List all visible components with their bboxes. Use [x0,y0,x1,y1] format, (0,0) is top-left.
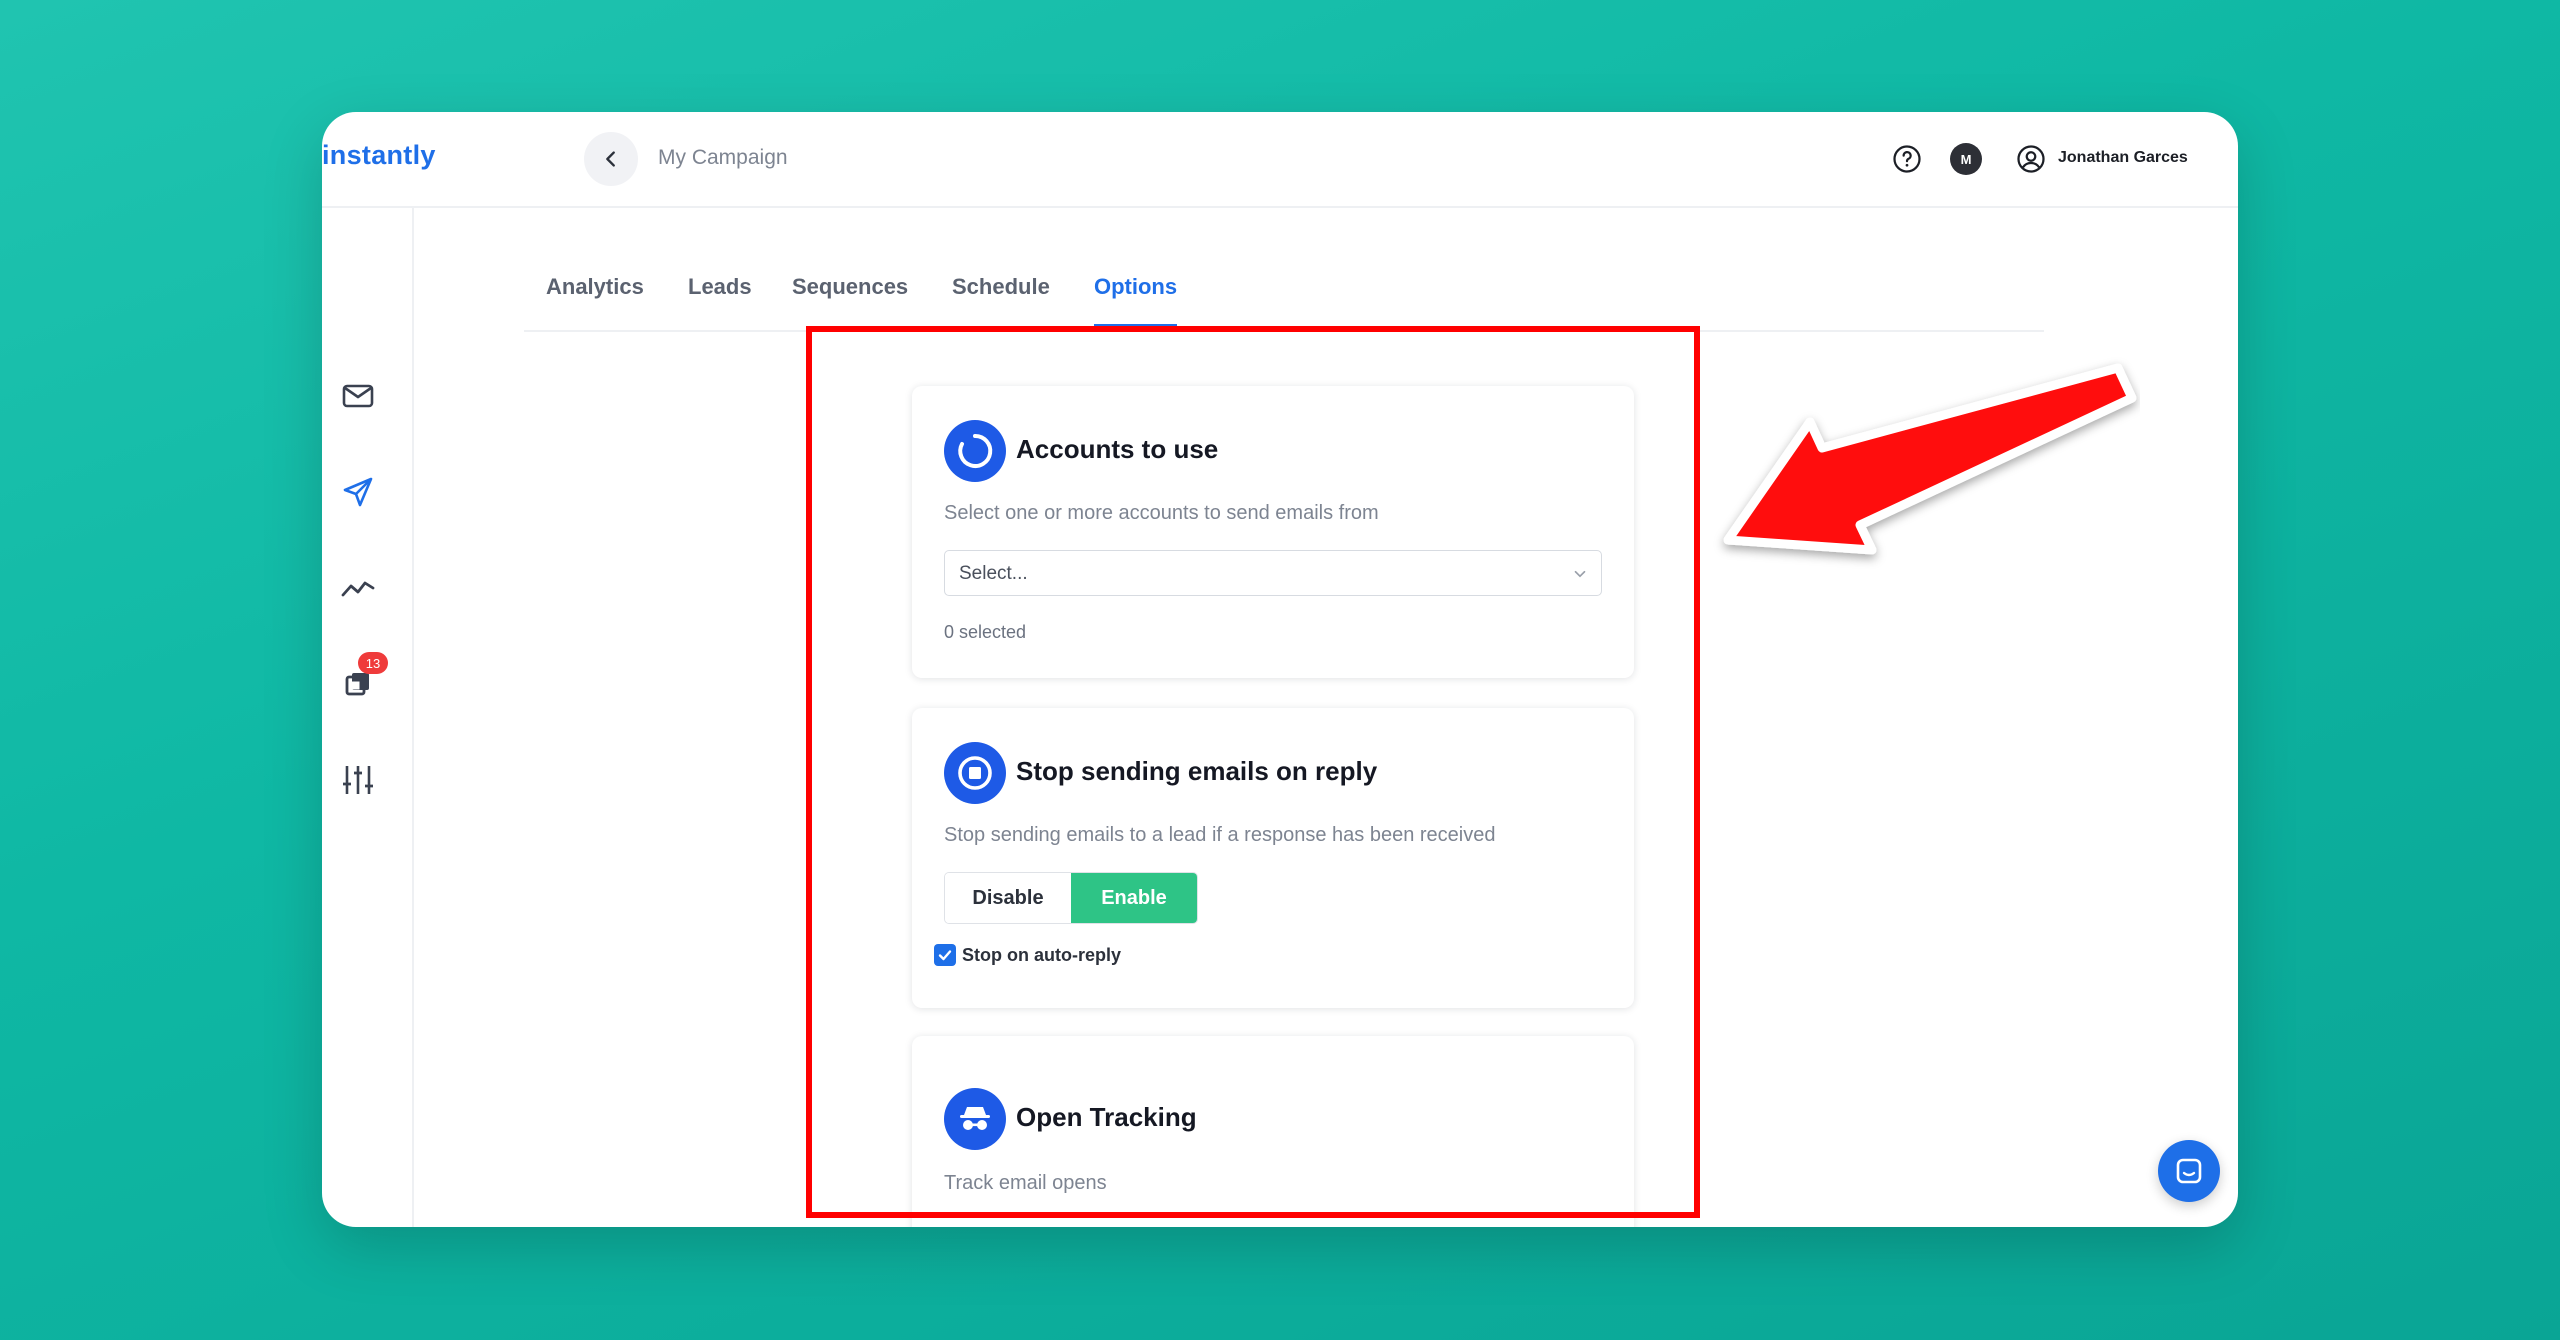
chat-launcher-button[interactable] [2158,1140,2220,1202]
campaign-tabs: Analytics Leads Sequences Schedule Optio… [524,262,2044,332]
chat-icon [2176,1158,2202,1184]
tab-sequences[interactable]: Sequences [792,274,908,324]
mail-icon[interactable] [338,376,378,416]
tab-leads[interactable]: Leads [688,274,752,324]
workspace-avatar[interactable]: M [1950,143,1982,175]
sliders-icon[interactable] [338,760,378,800]
back-button[interactable] [584,132,638,186]
annotation-arrow-icon [1723,363,2137,555]
chevron-left-icon [606,151,615,167]
send-icon[interactable] [338,472,378,512]
user-circle-icon[interactable] [2016,144,2046,174]
user-name[interactable]: Jonathan Garces [2058,149,2188,167]
help-icon[interactable] [1892,144,1922,174]
instantly-logo[interactable]: instantly [322,140,436,171]
tab-options[interactable]: Options [1094,274,1178,327]
sidebar: 13 [322,208,414,1227]
tab-schedule[interactable]: Schedule [952,274,1050,324]
annotation-highlight-box [806,326,1700,1218]
campaign-breadcrumb: My Campaign [658,146,788,169]
tab-analytics[interactable]: Analytics [546,274,644,324]
top-bar: instantly My Campaign M Jonathan Garces [322,112,2238,208]
unread-count-badge: 13 [358,652,388,674]
analytics-icon[interactable] [338,568,378,608]
